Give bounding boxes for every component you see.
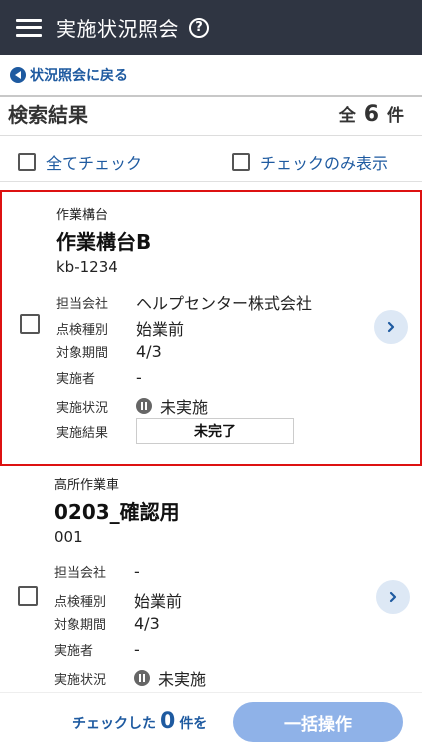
field-period: 対象期間 4/3 xyxy=(54,614,160,633)
checked-count-text: チェックした 0 件を xyxy=(72,709,207,734)
result-value: 未完了 xyxy=(136,418,294,444)
results-count-prefix: 全 xyxy=(338,106,356,126)
back-link[interactable]: 状況照会に戻る xyxy=(10,65,128,85)
field-label: 点検種別 xyxy=(54,594,107,610)
app-title: 実施状況照会 xyxy=(56,17,179,41)
item-name: 0203_確認用 xyxy=(54,500,180,524)
open-detail-button[interactable] xyxy=(376,580,410,614)
field-label: 対象期間 xyxy=(54,618,107,633)
check-all-label: 全てチェック xyxy=(46,154,143,173)
field-label: 点検種別 xyxy=(56,322,109,338)
field-value: 4/3 xyxy=(136,342,162,361)
field-performer: 実施者 - xyxy=(56,368,142,387)
open-detail-button[interactable] xyxy=(374,310,408,344)
results-count-suffix: 件 xyxy=(387,106,404,126)
results-count-number: 6 xyxy=(363,102,379,127)
field-value: - xyxy=(136,368,142,387)
back-link-label: 状況照会に戻る xyxy=(30,68,128,84)
pause-icon xyxy=(134,670,150,686)
field-status: 実施状況 未実施 xyxy=(54,666,206,690)
item-checkbox[interactable] xyxy=(20,314,40,334)
field-company: 担当会社 ヘルプセンター株式会社 xyxy=(56,290,312,314)
field-company: 担当会社 - xyxy=(54,562,140,581)
field-label: 対象期間 xyxy=(56,346,109,361)
chevron-right-icon xyxy=(389,591,397,603)
field-result: 実施結果 未完了 xyxy=(56,418,294,444)
item-name: 作業構台B xyxy=(56,230,152,254)
field-inspection-type: 点検種別 始業前 xyxy=(54,588,182,612)
field-value: 始業前 xyxy=(134,592,183,611)
checked-count-suffix: 件を xyxy=(179,716,208,732)
item-category: 高所作業車 xyxy=(54,478,120,493)
field-label: 担当会社 xyxy=(54,566,107,581)
bulk-action-bar: チェックした 0 件を 一括操作 xyxy=(0,692,422,748)
results-count: 全 6 件 xyxy=(339,101,404,127)
status-value: 未実施 xyxy=(134,666,206,690)
pause-icon xyxy=(136,398,152,414)
menu-icon[interactable] xyxy=(16,18,42,37)
back-arrow-icon xyxy=(10,67,26,83)
status-text: 未実施 xyxy=(158,670,207,689)
checked-only-control[interactable]: チェックのみ表示 xyxy=(232,150,388,174)
check-all-checkbox[interactable] xyxy=(18,153,36,171)
status-text: 未実施 xyxy=(160,398,209,417)
checked-count-number: 0 xyxy=(160,709,176,734)
checked-only-checkbox[interactable] xyxy=(232,153,250,171)
field-performer: 実施者 - xyxy=(54,640,140,659)
field-value: - xyxy=(134,640,140,659)
divider xyxy=(0,181,422,182)
field-label: 実施結果 xyxy=(56,425,109,441)
field-value: 始業前 xyxy=(136,320,185,339)
chevron-right-icon xyxy=(387,321,395,333)
field-value: ヘルプセンター株式会社 xyxy=(136,294,313,313)
results-header: 検索結果 全 6 件 xyxy=(0,97,422,135)
field-status: 実施状況 未実施 xyxy=(56,394,208,418)
list-item[interactable]: 作業構台 作業構台B kb-1234 担当会社 ヘルプセンター株式会社 点検種別… xyxy=(0,190,422,466)
list-item[interactable]: 高所作業車 0203_確認用 001 担当会社 - 点検種別 始業前 対象期間 … xyxy=(0,468,422,692)
field-label: 実施者 xyxy=(56,372,96,387)
app-bar: 実施状況照会 ? xyxy=(0,0,422,55)
check-all-control[interactable]: 全てチェック xyxy=(18,150,142,174)
item-code: kb-1234 xyxy=(56,258,118,276)
field-label: 実施者 xyxy=(54,644,94,659)
field-value: 4/3 xyxy=(134,614,160,633)
checked-only-label: チェックのみ表示 xyxy=(260,154,389,173)
results-title: 検索結果 xyxy=(8,103,88,127)
checked-count-prefix: チェックした xyxy=(72,716,156,732)
field-value: - xyxy=(134,562,140,581)
bulk-operation-button[interactable]: 一括操作 xyxy=(233,702,403,742)
divider xyxy=(0,135,422,136)
field-label: 実施状況 xyxy=(56,400,109,416)
item-checkbox[interactable] xyxy=(18,586,38,606)
field-period: 対象期間 4/3 xyxy=(56,342,162,361)
field-inspection-type: 点検種別 始業前 xyxy=(56,316,184,340)
item-code: 001 xyxy=(54,528,83,546)
item-category: 作業構台 xyxy=(56,208,109,223)
status-value: 未実施 xyxy=(136,394,208,418)
field-label: 担当会社 xyxy=(56,296,109,312)
help-icon[interactable]: ? xyxy=(189,17,209,38)
field-label: 実施状況 xyxy=(54,672,107,688)
